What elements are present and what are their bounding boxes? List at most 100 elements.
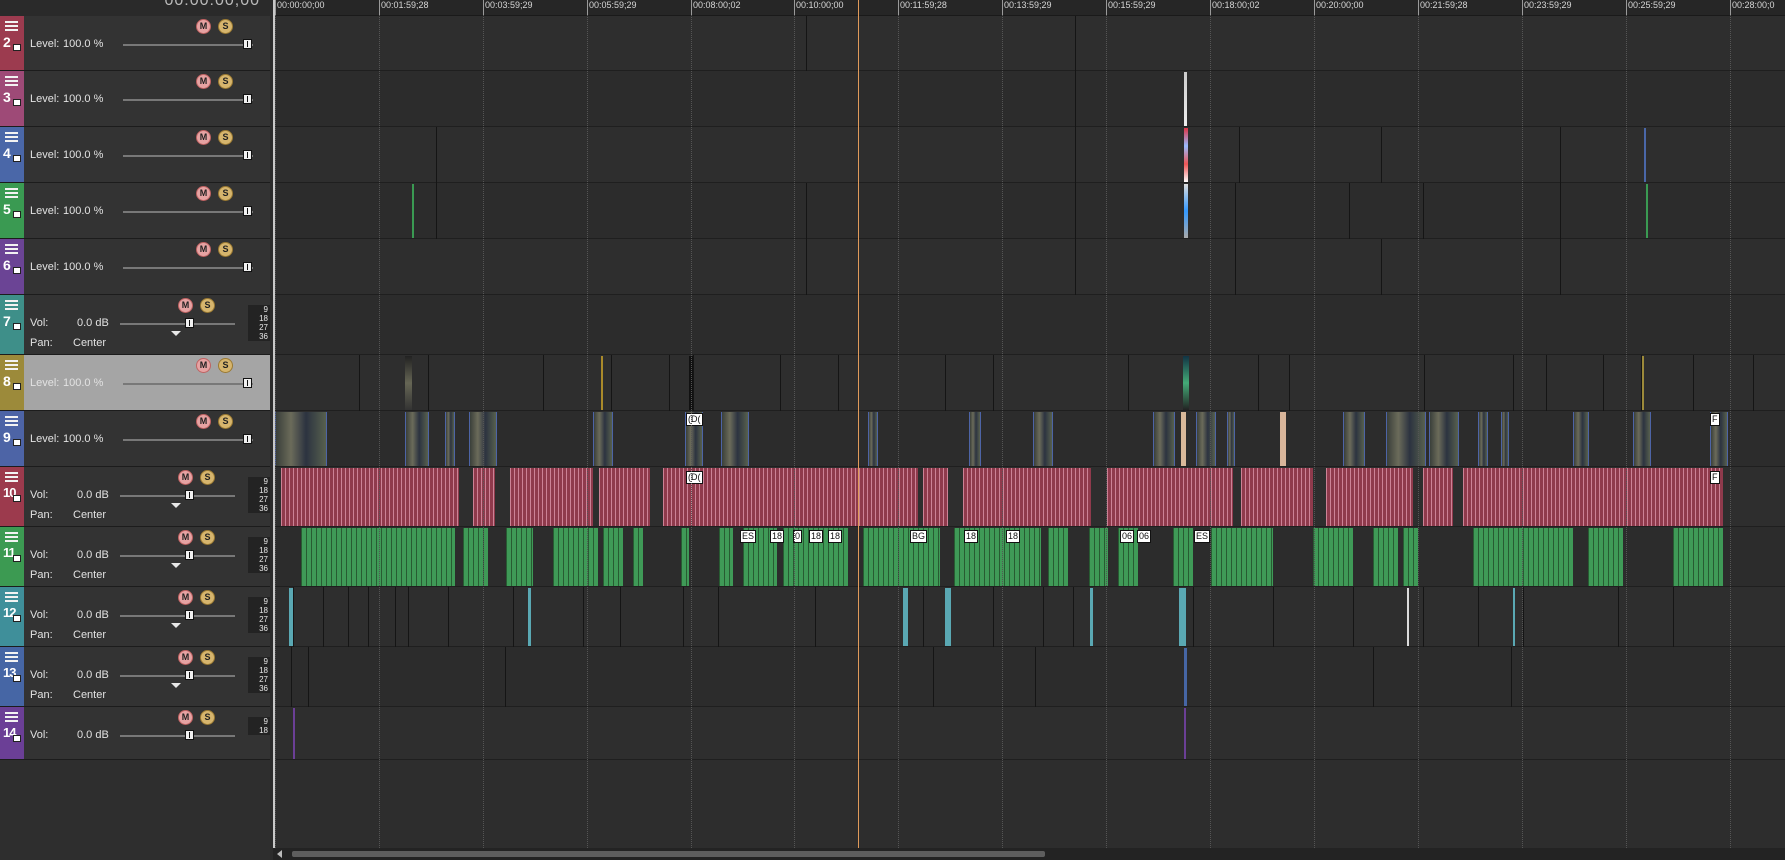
audio-clip[interactable] bbox=[681, 528, 689, 586]
level-slider-knob[interactable] bbox=[243, 378, 252, 388]
audio-clip[interactable] bbox=[301, 528, 455, 586]
volume-slider-knob[interactable] bbox=[185, 490, 194, 500]
track-header-4[interactable]: 4 M S Level: 100.0 % bbox=[0, 127, 270, 183]
audio-clip[interactable] bbox=[281, 468, 459, 526]
volume-slider-knob[interactable] bbox=[185, 670, 194, 680]
scroll-left-icon[interactable] bbox=[277, 850, 282, 858]
hamburger-icon[interactable] bbox=[5, 472, 18, 483]
audio-clip[interactable] bbox=[1241, 468, 1313, 526]
solo-icon[interactable]: S bbox=[200, 650, 215, 665]
playhead-cursor[interactable] bbox=[858, 0, 859, 848]
video-clip[interactable] bbox=[601, 356, 603, 410]
mute-icon[interactable]: M bbox=[178, 470, 193, 485]
hamburger-icon[interactable] bbox=[5, 592, 18, 603]
audio-clip[interactable] bbox=[1423, 468, 1453, 526]
level-slider[interactable] bbox=[123, 44, 253, 46]
volume-slider[interactable] bbox=[120, 735, 235, 737]
track-header-6[interactable]: 6 M S Level: 100.0 % bbox=[0, 239, 270, 295]
solo-icon[interactable]: S bbox=[200, 470, 215, 485]
track-lane-9[interactable]: (D(F bbox=[273, 411, 1785, 467]
volume-slider[interactable] bbox=[120, 615, 235, 617]
track-color-strip[interactable]: 11 bbox=[0, 527, 24, 586]
pan-dropdown-icon[interactable] bbox=[171, 623, 181, 628]
video-thumbnail-clip[interactable] bbox=[721, 412, 749, 466]
video-clip[interactable] bbox=[412, 184, 414, 238]
video-thumbnail-clip[interactable] bbox=[1633, 412, 1651, 466]
level-slider-knob[interactable] bbox=[243, 206, 252, 216]
video-thumbnail-clip[interactable] bbox=[1429, 412, 1459, 466]
track-header-12[interactable]: 12 M S Vol: 0.0 dB Pan: Center 9 18 27 36 bbox=[0, 587, 270, 647]
volume-slider-knob[interactable] bbox=[185, 610, 194, 620]
track-lane-7[interactable] bbox=[273, 295, 1785, 355]
solo-icon[interactable]: S bbox=[218, 19, 233, 34]
audio-clip[interactable] bbox=[1407, 588, 1409, 646]
level-slider[interactable] bbox=[123, 155, 253, 157]
audio-clip[interactable] bbox=[510, 468, 593, 526]
track-header-10[interactable]: 10 M S Vol: 0.0 dB Pan: Center 9 18 27 36 bbox=[0, 467, 270, 527]
track-header-3[interactable]: 3 M S Level: 100.0 % bbox=[0, 71, 270, 127]
video-thumbnail-clip[interactable] bbox=[1227, 412, 1235, 466]
audio-clip[interactable] bbox=[1090, 588, 1093, 646]
solo-icon[interactable]: S bbox=[218, 242, 233, 257]
volume-slider[interactable] bbox=[120, 495, 235, 497]
mute-icon[interactable]: M bbox=[178, 710, 193, 725]
track-header-7[interactable]: 7 M S Vol: 0.0 dB Pan: Center 9 18 27 36 bbox=[0, 295, 270, 355]
track-lane-3[interactable] bbox=[273, 71, 1785, 127]
level-slider[interactable] bbox=[123, 99, 253, 101]
audio-clip[interactable] bbox=[1211, 528, 1273, 586]
audio-clip[interactable] bbox=[1403, 528, 1418, 586]
pan-dropdown-icon[interactable] bbox=[171, 503, 181, 508]
audio-clip[interactable] bbox=[603, 528, 623, 586]
video-thumbnail-clip[interactable] bbox=[868, 412, 878, 466]
audio-clip[interactable] bbox=[473, 468, 495, 526]
track-lane-12[interactable] bbox=[273, 587, 1785, 647]
track-header-13[interactable]: 13 M S Vol: 0.0 dB Pan: Center 9 18 27 36 bbox=[0, 647, 270, 707]
video-thumbnail-clip[interactable] bbox=[405, 412, 429, 466]
audio-clip[interactable] bbox=[289, 588, 293, 646]
video-clip[interactable] bbox=[1642, 356, 1644, 410]
audio-clip[interactable] bbox=[1048, 528, 1068, 586]
audio-clip[interactable] bbox=[506, 528, 533, 586]
hamburger-icon[interactable] bbox=[5, 712, 18, 723]
video-thumbnail-clip[interactable] bbox=[969, 412, 981, 466]
track-lane-10[interactable]: (D(F bbox=[273, 467, 1785, 527]
solo-icon[interactable]: S bbox=[200, 710, 215, 725]
track-color-strip[interactable]: 2 bbox=[0, 16, 24, 70]
video-thumbnail-clip[interactable] bbox=[1196, 412, 1216, 466]
solo-icon[interactable]: S bbox=[218, 414, 233, 429]
hamburger-icon[interactable] bbox=[5, 300, 18, 311]
track-lane-8[interactable] bbox=[273, 355, 1785, 411]
video-thumbnail-clip[interactable] bbox=[445, 412, 455, 466]
video-thumbnail-clip[interactable] bbox=[1501, 412, 1509, 466]
track-header-8[interactable]: 8 M S Level: 100.0 % bbox=[0, 355, 270, 411]
pan-dropdown-icon[interactable] bbox=[171, 563, 181, 568]
pan-dropdown-icon[interactable] bbox=[171, 331, 181, 336]
volume-slider-knob[interactable] bbox=[185, 730, 194, 740]
video-clip[interactable] bbox=[1184, 128, 1188, 182]
mute-icon[interactable]: M bbox=[178, 530, 193, 545]
horizontal-scrollbar[interactable] bbox=[273, 848, 1785, 860]
track-header-11[interactable]: 11 M S Vol: 0.0 dB Pan: Center 9 18 27 36 bbox=[0, 527, 270, 587]
audio-clip[interactable] bbox=[903, 588, 908, 646]
mute-icon[interactable]: M bbox=[196, 19, 211, 34]
track-lane-2[interactable] bbox=[273, 16, 1785, 71]
mute-icon[interactable]: M bbox=[196, 130, 211, 145]
volume-slider-knob[interactable] bbox=[185, 550, 194, 560]
audio-clip[interactable] bbox=[1588, 528, 1623, 586]
audio-clip[interactable] bbox=[923, 468, 948, 526]
volume-slider[interactable] bbox=[120, 555, 235, 557]
track-lane-5[interactable] bbox=[273, 183, 1785, 239]
level-slider-knob[interactable] bbox=[243, 262, 252, 272]
volume-slider-knob[interactable] bbox=[185, 318, 194, 328]
track-color-strip[interactable]: 5 bbox=[0, 183, 24, 238]
solo-icon[interactable]: S bbox=[218, 74, 233, 89]
volume-slider[interactable] bbox=[120, 323, 235, 325]
track-lane-4[interactable] bbox=[273, 127, 1785, 183]
track-lane-6[interactable] bbox=[273, 239, 1785, 295]
level-slider[interactable] bbox=[123, 211, 253, 213]
video-thumbnail-clip[interactable] bbox=[1573, 412, 1589, 466]
track-color-strip[interactable]: 3 bbox=[0, 71, 24, 126]
time-ruler[interactable]: 00:00:00;00 00:01:59;28 00:03:59;29 00:05:5… bbox=[273, 0, 1785, 16]
audio-clip[interactable] bbox=[553, 528, 598, 586]
track-header-14[interactable]: 14 M S Vol: 0.0 dB 9 18 bbox=[0, 707, 270, 760]
